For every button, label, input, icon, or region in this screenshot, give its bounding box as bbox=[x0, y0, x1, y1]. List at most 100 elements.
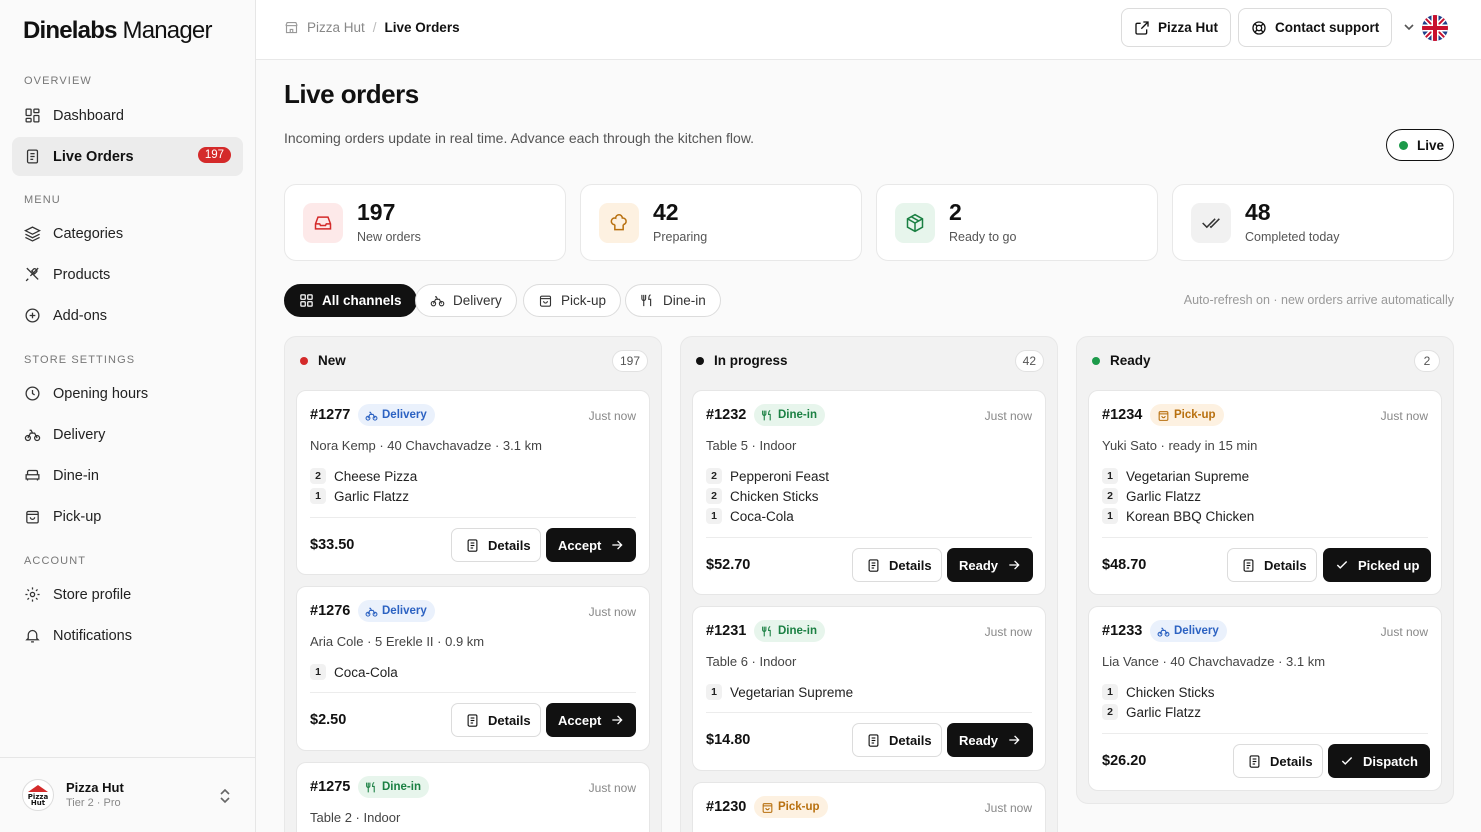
sidebar-item-dine-in[interactable]: Dine-in bbox=[12, 456, 243, 495]
details-button[interactable]: Details bbox=[451, 703, 541, 737]
contact-support-button[interactable]: Contact support bbox=[1238, 8, 1393, 47]
order-card[interactable]: #1277 Delivery Just now Nora Kemp · 40 C… bbox=[296, 390, 650, 575]
item-name: Chicken Sticks bbox=[730, 488, 819, 504]
grid-icon bbox=[300, 294, 313, 307]
bag-icon bbox=[26, 510, 39, 524]
sidebar-item-label: Delivery bbox=[53, 426, 106, 443]
sidebar-item-delivery[interactable]: Delivery bbox=[12, 415, 243, 454]
details-button[interactable]: Details bbox=[852, 548, 942, 582]
sidebar-item-dashboard[interactable]: Dashboard bbox=[12, 96, 243, 135]
order-item: 1 Coca-Cola bbox=[706, 506, 1032, 526]
details-button[interactable]: Details bbox=[451, 528, 541, 562]
sidebar-item-notifications[interactable]: Notifications bbox=[12, 616, 243, 655]
ready-button[interactable]: Ready bbox=[947, 723, 1034, 757]
item-name: Korean BBQ Chicken bbox=[1126, 508, 1255, 524]
ready-button[interactable]: Ready bbox=[947, 548, 1034, 582]
live-orders-count-badge: 197 bbox=[197, 147, 231, 163]
bike-icon bbox=[24, 429, 41, 442]
column-new: New 197 #1277 Delivery Just now Nora Kem… bbox=[284, 336, 662, 832]
order-items: 2 Cheese Pizza 1 Garlic Flatzz bbox=[310, 466, 636, 506]
order-card[interactable]: #1276 Delivery Just now Aria Cole · 5 Er… bbox=[296, 586, 650, 751]
fork-knife-icon bbox=[762, 625, 771, 636]
sidebar-item-products[interactable]: Products bbox=[12, 255, 243, 294]
picked-up-button[interactable]: Picked up bbox=[1323, 548, 1432, 582]
bag-icon bbox=[539, 295, 552, 307]
column-count: 42 bbox=[1014, 350, 1044, 372]
sidebar-item-label: Categories bbox=[53, 225, 124, 242]
gear-icon bbox=[25, 587, 40, 602]
live-status-pill[interactable]: Live bbox=[1386, 129, 1454, 161]
order-total: $14.80 bbox=[706, 732, 751, 748]
accept-button[interactable]: Accept bbox=[546, 703, 637, 737]
details-button[interactable]: Details bbox=[1233, 744, 1323, 778]
stat-preparing: 42 Preparing bbox=[580, 184, 862, 261]
filter-delivery[interactable]: Delivery bbox=[415, 284, 517, 317]
column-title: In progress bbox=[714, 353, 788, 368]
bag-icon bbox=[1158, 410, 1169, 421]
dispatch-button[interactable]: Dispatch bbox=[1328, 744, 1430, 778]
sidebar-item-pick-up[interactable]: Pick-up bbox=[12, 497, 243, 536]
filter-pick-up[interactable]: Pick-up bbox=[523, 284, 622, 317]
details-button[interactable]: Details bbox=[1227, 548, 1317, 582]
sidebar-item-store-profile[interactable]: Store profile bbox=[12, 575, 243, 614]
item-qty: 2 bbox=[1102, 488, 1118, 504]
order-card[interactable]: #1234 Pick-up Just now Yuki Sato · ready… bbox=[1088, 390, 1442, 595]
section-label-store-settings: STORE SETTINGS bbox=[24, 354, 136, 366]
filter-dine-in[interactable]: Dine-in bbox=[625, 284, 721, 317]
receipt-icon bbox=[868, 559, 879, 572]
action-label: Accept bbox=[558, 712, 602, 728]
order-card[interactable]: #1231 Dine-in Just now Table 6 · Indoor … bbox=[692, 606, 1046, 771]
arrow-right-icon bbox=[612, 540, 623, 550]
item-qty: 1 bbox=[1102, 684, 1118, 700]
order-card[interactable]: #1275 Dine-in Just now Table 2 · Indoor bbox=[296, 762, 650, 832]
divider bbox=[310, 517, 636, 518]
item-name: Garlic Flatzz bbox=[334, 488, 410, 504]
filter-label: Delivery bbox=[453, 293, 502, 308]
accept-button[interactable]: Accept bbox=[546, 528, 637, 562]
check-icon bbox=[1336, 561, 1348, 569]
details-button[interactable]: Details bbox=[852, 723, 942, 757]
stat-completed-today: 48 Completed today bbox=[1172, 184, 1454, 261]
sidebar-item-add-ons[interactable]: Add-ons bbox=[12, 296, 243, 335]
item-name: Coca-Cola bbox=[730, 508, 794, 524]
item-qty: 2 bbox=[706, 468, 722, 484]
item-name: Vegetarian Supreme bbox=[730, 684, 854, 700]
order-card[interactable]: #1232 Dine-in Just now Table 5 · Indoor … bbox=[692, 390, 1046, 595]
language-flag-uk[interactable] bbox=[1422, 15, 1448, 41]
external-link-icon bbox=[1135, 21, 1149, 35]
sidebar-item-label: Add-ons bbox=[53, 307, 108, 324]
column-count: 197 bbox=[611, 350, 648, 372]
stat-value: 2 bbox=[949, 199, 962, 225]
channel-tag: Dine-in bbox=[754, 404, 825, 426]
chevron-down-icon[interactable] bbox=[1403, 21, 1415, 33]
order-card[interactable]: #1230 Pick-up Just now bbox=[692, 782, 1046, 832]
sidebar-item-live-orders[interactable]: Live Orders 197 bbox=[12, 137, 243, 176]
stat-value: 48 bbox=[1245, 199, 1271, 225]
order-total: $26.20 bbox=[1102, 753, 1147, 769]
details-label: Details bbox=[488, 712, 531, 728]
sidebar-item-categories[interactable]: Categories bbox=[12, 214, 243, 253]
check-icon bbox=[1341, 757, 1353, 765]
sidebar-item-opening-hours[interactable]: Opening hours bbox=[12, 374, 243, 413]
sidebar-item-label: Dine-in bbox=[53, 467, 99, 484]
store-name: Pizza Hut bbox=[66, 780, 124, 795]
channel-tag-label: Delivery bbox=[382, 409, 427, 421]
action-label: Ready bbox=[959, 557, 999, 573]
open-store-button[interactable]: Pizza Hut bbox=[1121, 8, 1232, 47]
breadcrumb-store[interactable]: Pizza Hut bbox=[307, 20, 365, 35]
sidebar: Dinelabs Manager OVERVIEW Dashboard Live… bbox=[0, 0, 256, 832]
channel-tag-label: Delivery bbox=[1174, 625, 1219, 637]
app-brand[interactable]: Dinelabs Manager bbox=[23, 17, 212, 45]
order-card[interactable]: #1233 Delivery Just now Lia Vance · 40 C… bbox=[1088, 606, 1442, 791]
order-customer-info: Yuki Sato · ready in 15 min bbox=[1102, 438, 1258, 453]
open-store-label: Pizza Hut bbox=[1158, 20, 1219, 35]
stat-value: 197 bbox=[357, 199, 396, 225]
details-label: Details bbox=[488, 537, 531, 553]
order-items: 1 Coca-Cola bbox=[310, 662, 636, 682]
store-switcher[interactable]: Pizza Hut Pizza Hut Tier 2 · Pro bbox=[0, 757, 255, 832]
order-time: Just now bbox=[1380, 625, 1428, 639]
order-id: #1232 bbox=[706, 407, 747, 423]
stat-label: Preparing bbox=[653, 230, 708, 244]
layers-icon bbox=[24, 226, 41, 242]
filter-all-channels[interactable]: All channels bbox=[284, 284, 417, 317]
